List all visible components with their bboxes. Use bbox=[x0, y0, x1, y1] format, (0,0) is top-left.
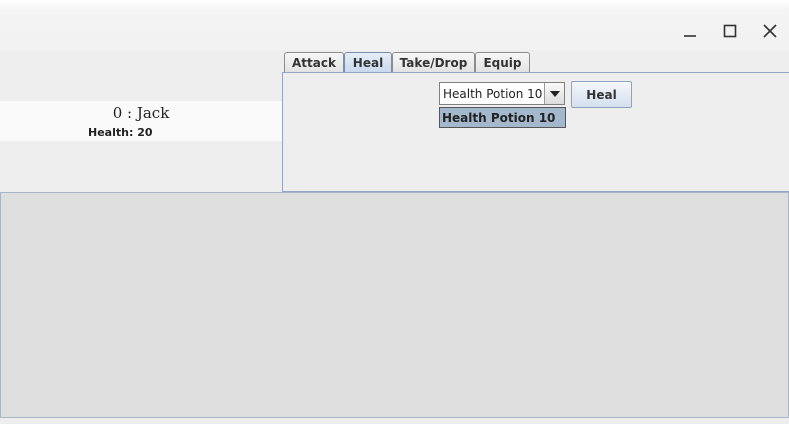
tab-heal[interactable]: Heal bbox=[344, 52, 392, 73]
tab-take-drop[interactable]: Take/Drop bbox=[392, 52, 475, 72]
item-select-value: Health Potion 10 bbox=[443, 87, 543, 101]
player-name: 0 : Jack bbox=[112, 104, 170, 122]
maximize-icon bbox=[723, 24, 737, 38]
bottom-border bbox=[0, 418, 789, 424]
game-log-area[interactable] bbox=[0, 192, 789, 418]
maximize-button[interactable] bbox=[718, 20, 742, 42]
heal-button[interactable]: Heal bbox=[571, 81, 632, 108]
player-card: 0 : Jack Health: 20 bbox=[0, 101, 282, 141]
close-button[interactable] bbox=[758, 20, 782, 42]
title-bar bbox=[0, 0, 789, 50]
chevron-down-icon bbox=[549, 90, 560, 97]
close-icon bbox=[763, 24, 777, 38]
minimize-button[interactable] bbox=[678, 20, 702, 42]
item-select[interactable]: Health Potion 10 bbox=[439, 82, 565, 105]
health-label: Health: bbox=[88, 126, 134, 139]
dropdown-arrow-button[interactable] bbox=[544, 83, 564, 104]
item-select-dropdown: Health Potion 10 bbox=[439, 107, 566, 128]
health-value: 20 bbox=[137, 126, 153, 139]
player-health: Health: 20 bbox=[88, 126, 153, 139]
minimize-icon bbox=[684, 35, 696, 37]
player-panel: 0 : Jack Health: 20 bbox=[0, 50, 282, 191]
dropdown-option[interactable]: Health Potion 10 bbox=[442, 111, 555, 125]
tab-attack[interactable]: Attack bbox=[284, 52, 344, 72]
title-bar-shade bbox=[0, 0, 789, 10]
tab-equip[interactable]: Equip bbox=[475, 52, 530, 72]
